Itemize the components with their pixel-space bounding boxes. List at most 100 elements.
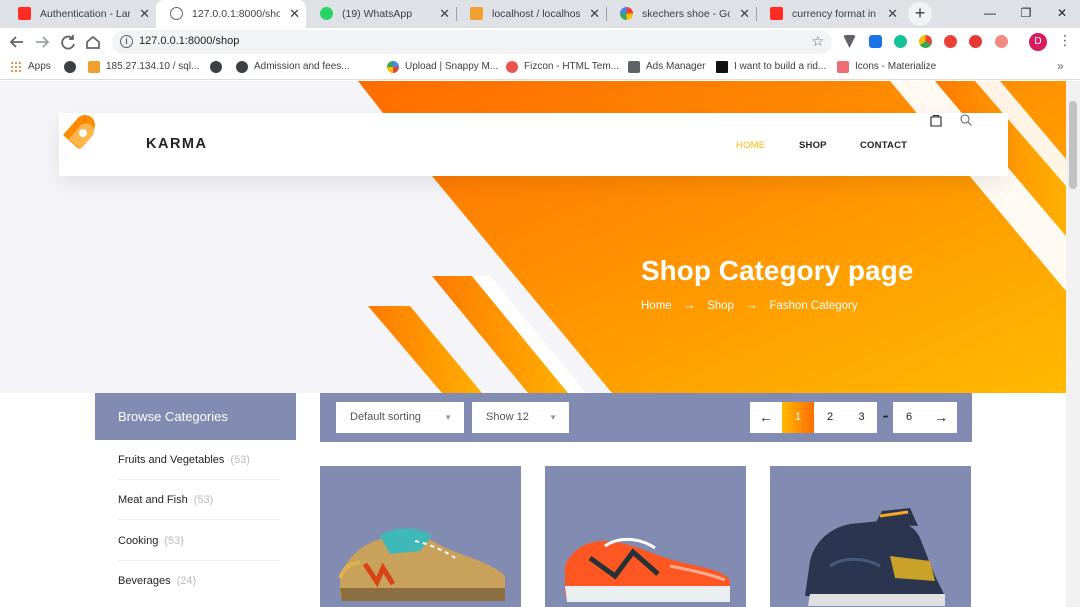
browser-tab[interactable]: localhost / localhost / e ✕ [456, 0, 606, 28]
bookmark-item[interactable] [64, 56, 82, 80]
high-top-navy-image [805, 508, 945, 606]
sorting-select[interactable]: Default sorting ▼ [336, 402, 464, 433]
phpmyadmin-icon [88, 61, 100, 73]
pagination-prev[interactable]: ← [750, 402, 782, 433]
medium-icon [716, 61, 728, 73]
bookmark-item[interactable]: Icons - Materialize [837, 56, 936, 80]
bookmark-item[interactable]: 185.27.134.10 / sql... [88, 56, 199, 80]
globe-favicon-icon [170, 7, 183, 20]
kebab-menu-icon[interactable]: ⋮ [1058, 32, 1072, 49]
shopping-bag-icon[interactable] [929, 113, 943, 127]
category-item[interactable]: Cooking (53) [118, 521, 280, 561]
browser-toolbar: i 127.0.0.1:8000/shop ☆ D ⋮ [0, 28, 1080, 56]
maximize-button[interactable]: ❐ [1008, 0, 1044, 28]
search-icon[interactable] [959, 113, 973, 127]
site-header: KARMA HOME SHOP CONTACT [59, 113, 1008, 176]
materialize-icon [837, 61, 849, 73]
hero-banner: KARMA HOME SHOP CONTACT Shop Category pa… [0, 81, 1066, 393]
tab-close-icon[interactable]: ✕ [887, 0, 898, 28]
breadcrumb-shop[interactable]: Shop [707, 300, 734, 312]
pagination-next[interactable]: → [925, 402, 957, 433]
globe-icon [64, 61, 76, 73]
product-card[interactable] [320, 466, 521, 607]
page-viewport: KARMA HOME SHOP CONTACT Shop Category pa… [0, 81, 1066, 607]
ads-manager-icon [628, 61, 640, 73]
bookmark-item[interactable] [210, 56, 228, 80]
phpmyadmin-favicon-icon [470, 7, 483, 20]
sneaker-tan-image [338, 528, 505, 601]
pagination-page-current[interactable]: 1 [782, 402, 814, 433]
pagination-page[interactable]: 2 [814, 402, 846, 433]
category-item[interactable]: Meat and Fish (53) [118, 480, 280, 520]
adblock-extension-icon[interactable] [944, 35, 957, 48]
tab-close-icon[interactable]: ✕ [139, 0, 150, 28]
chevron-down-icon: ▼ [549, 413, 557, 422]
tab-close-icon[interactable]: ✕ [739, 0, 750, 28]
category-item[interactable]: Fruits and Vegetables (53) [118, 440, 280, 480]
forward-arrow-icon[interactable] [31, 31, 53, 53]
globe-icon [236, 61, 248, 73]
fizcon-icon [506, 61, 518, 73]
brand-name[interactable]: KARMA [146, 136, 207, 152]
browser-tab-active[interactable]: 127.0.0.1:8000/shop ✕ [156, 0, 306, 28]
google-favicon-icon [620, 7, 633, 20]
browser-tab[interactable]: Authentication - Larave ✕ [4, 0, 156, 28]
pagination-page-last[interactable]: 6 [893, 402, 925, 433]
page-title: Shop Category page [641, 255, 914, 286]
nav-shop[interactable]: SHOP [799, 140, 827, 151]
running-shoe-orange-image [565, 538, 730, 602]
tomato-extension-icon[interactable] [969, 35, 982, 48]
new-tab-button[interactable]: + [908, 2, 932, 26]
link-extension-icon[interactable] [995, 35, 1008, 48]
bookmark-item[interactable]: Fizcon - HTML Tem... [506, 56, 619, 80]
bookmark-item[interactable]: Ads Manager [628, 56, 705, 80]
pagination-ellipsis: ••• [882, 414, 888, 421]
cast-extension-icon[interactable] [869, 35, 882, 48]
karma-logo-icon[interactable] [59, 113, 99, 153]
color-picker-extension-icon[interactable] [919, 35, 932, 48]
nav-home[interactable]: HOME [736, 140, 765, 151]
scrollbar-thumb[interactable] [1069, 101, 1077, 189]
bookmark-item[interactable]: Admission and fees... [236, 56, 350, 80]
breadcrumb: Home → Shop → Fashon Category [641, 297, 858, 312]
product-card[interactable] [545, 466, 746, 607]
breadcrumb-home[interactable]: Home [641, 300, 672, 312]
grammarly-extension-icon[interactable] [894, 35, 907, 48]
back-arrow-icon[interactable] [6, 31, 28, 53]
bookmark-item[interactable]: Upload | Snappy M... [387, 56, 498, 80]
category-item[interactable]: Beverages (24) [118, 561, 280, 601]
breadcrumb-category[interactable]: Fashon Category [769, 300, 857, 312]
page-scrollbar[interactable] [1066, 81, 1080, 607]
tab-close-icon[interactable]: ✕ [289, 0, 300, 28]
tab-close-icon[interactable]: ✕ [589, 0, 600, 28]
profile-avatar[interactable]: D [1029, 33, 1047, 51]
filter-bar: Default sorting ▼ Show 12 ▼ ← 1 2 3 ••• … [320, 393, 972, 442]
home-icon[interactable] [82, 31, 104, 53]
reload-icon[interactable] [57, 31, 79, 53]
browser-tab[interactable]: currency format in lara ✕ [756, 0, 904, 28]
bookmark-star-icon[interactable]: ☆ [811, 33, 824, 50]
product-card[interactable] [770, 466, 971, 607]
browser-tab-strip: Authentication - Larave ✕ 127.0.0.1:8000… [0, 0, 1080, 28]
browser-tab[interactable]: skechers shoe - Google ✕ [606, 0, 756, 28]
pagination-page[interactable]: 3 [846, 402, 877, 433]
close-window-button[interactable]: ✕ [1044, 0, 1080, 28]
tab-close-icon[interactable]: ✕ [439, 0, 450, 28]
apps-grid-icon [10, 61, 22, 73]
arrow-right-icon: → [682, 297, 696, 312]
bookmarks-bar: Apps 185.27.134.10 / sql... Admission an… [0, 56, 1080, 80]
show-count-select[interactable]: Show 12 ▼ [472, 402, 569, 433]
globe-icon [210, 61, 222, 73]
url-text[interactable]: 127.0.0.1:8000/shop [139, 35, 239, 47]
site-info-icon[interactable]: i [120, 35, 133, 48]
address-bar[interactable]: i 127.0.0.1:8000/shop ☆ [112, 30, 832, 54]
bookmark-apps[interactable]: Apps [10, 56, 51, 80]
sidebar-heading: Browse Categories [95, 393, 296, 440]
vuejs-extension-icon[interactable] [843, 35, 856, 48]
laravel-favicon-icon [18, 7, 31, 20]
more-bookmarks-icon[interactable]: » [1057, 59, 1064, 73]
bookmark-item[interactable]: I want to build a rid... [716, 56, 826, 80]
browser-tab[interactable]: (19) WhatsApp ✕ [306, 0, 456, 28]
minimize-button[interactable]: — [972, 0, 1008, 28]
nav-contact[interactable]: CONTACT [860, 140, 907, 151]
